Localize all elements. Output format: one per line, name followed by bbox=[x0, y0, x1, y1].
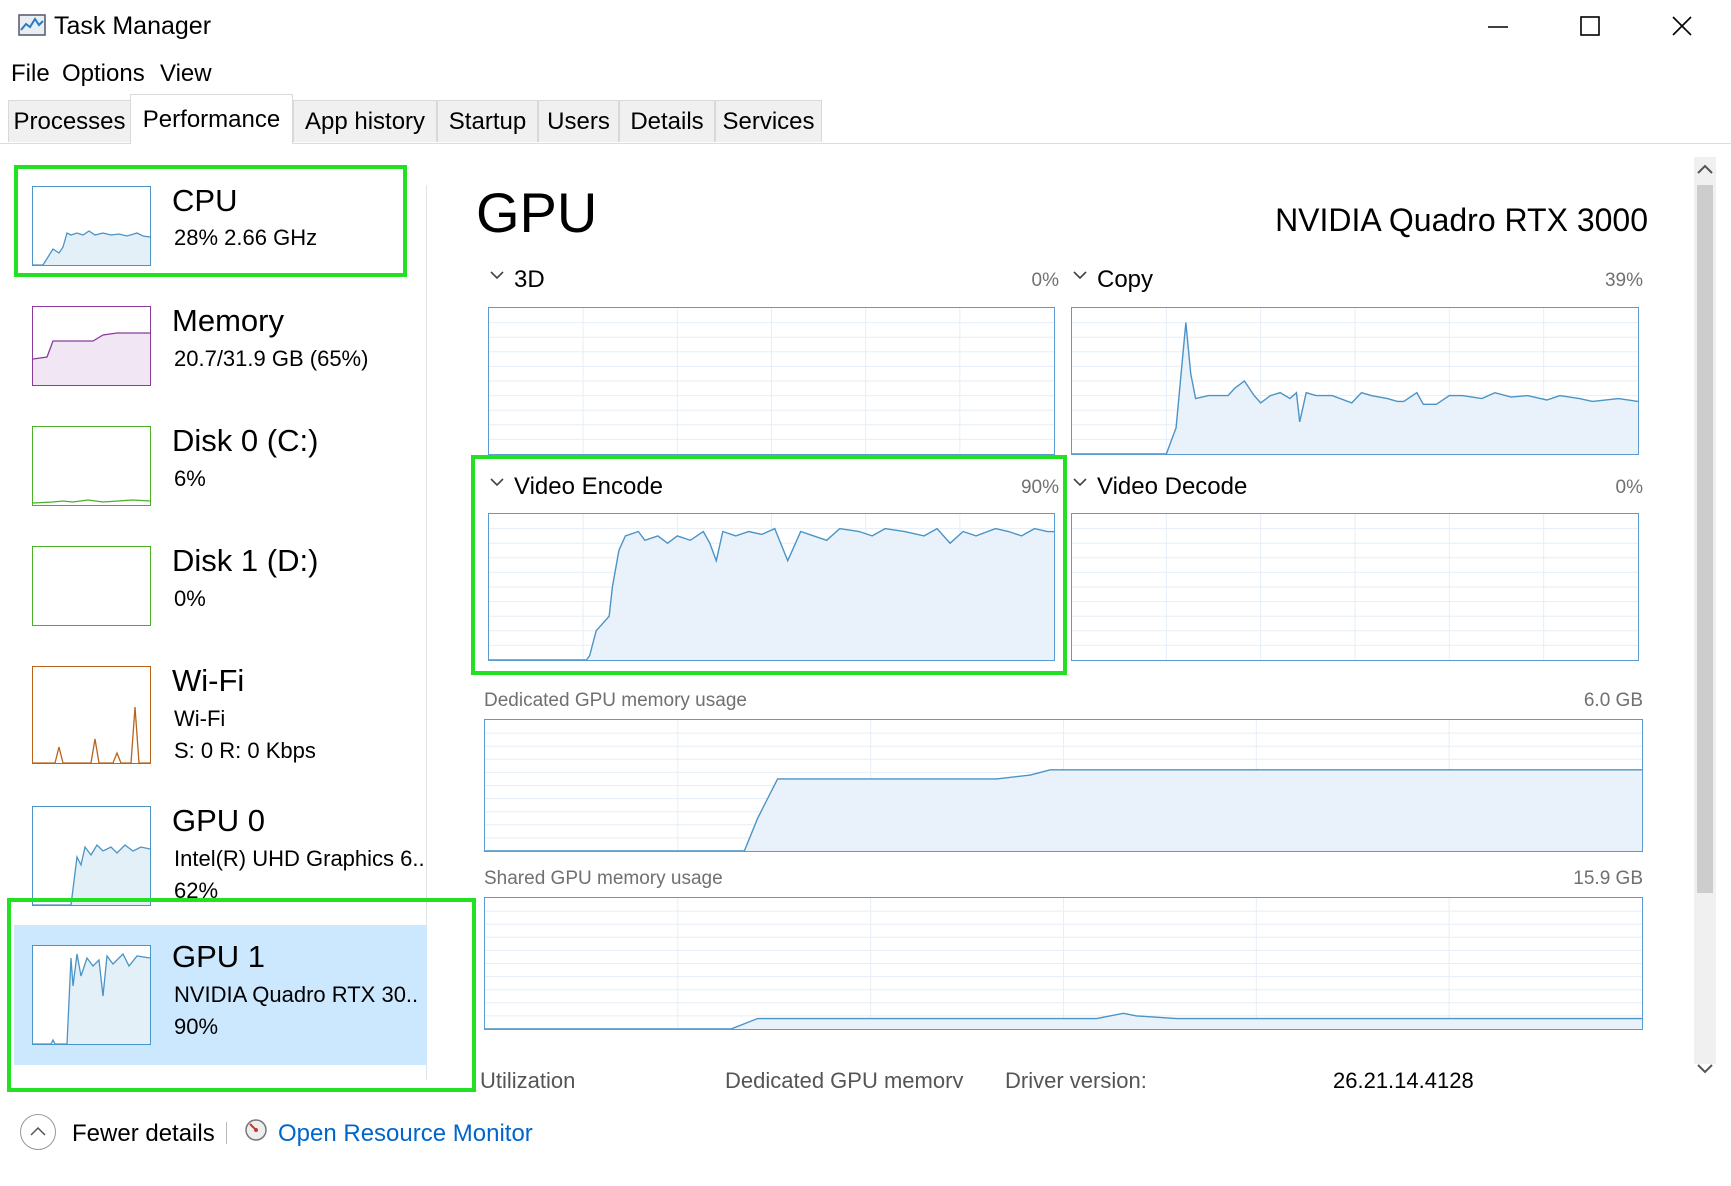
stat-driver-version-value: 26.21.14.4128 bbox=[1333, 1068, 1474, 1088]
chevron-down-icon[interactable] bbox=[488, 268, 510, 290]
page-title: GPU bbox=[476, 181, 598, 244]
graph-lines bbox=[489, 308, 1054, 454]
scroll-up-arrow[interactable] bbox=[1696, 158, 1714, 180]
close-button[interactable] bbox=[1662, 10, 1702, 42]
sidebar-item-title: Disk 0 (C:) bbox=[172, 423, 319, 458]
dedicated-memory-label: Dedicated GPU memory usage bbox=[484, 690, 747, 711]
shared-memory-max: 15.9 GB bbox=[1573, 868, 1643, 889]
tab-performance[interactable]: Performance bbox=[130, 94, 293, 144]
engine-video-decode-graph bbox=[1071, 513, 1639, 661]
engine-3d-graph bbox=[488, 307, 1055, 455]
shared-memory-label: Shared GPU memory usage bbox=[484, 868, 723, 889]
shared-memory-graph bbox=[484, 897, 1643, 1030]
dedicated-memory-graph bbox=[484, 719, 1643, 852]
scrollbar-thumb[interactable] bbox=[1697, 185, 1713, 893]
sidebar-item-title: Disk 1 (D:) bbox=[172, 543, 319, 578]
memory-thumbnail-graph bbox=[32, 306, 151, 386]
stat-driver-version-label: Driver version: bbox=[1005, 1068, 1147, 1088]
tab-app-history[interactable]: App history bbox=[293, 100, 437, 142]
wifi-thumbnail-graph bbox=[32, 666, 151, 764]
window-title: Task Manager bbox=[54, 12, 212, 40]
tab-processes[interactable]: Processes bbox=[8, 100, 131, 142]
menu-options[interactable]: Options bbox=[62, 60, 145, 88]
scroll-down-arrow[interactable] bbox=[1696, 1058, 1714, 1080]
resource-monitor-icon bbox=[244, 1118, 268, 1142]
minimize-button[interactable] bbox=[1478, 10, 1518, 42]
engine-video-decode-label[interactable]: Video Decode bbox=[1097, 473, 1247, 501]
chevron-down-icon[interactable] bbox=[1071, 268, 1093, 290]
stat-dedicated-memory-label: Dedicated GPU memory bbox=[725, 1068, 964, 1088]
task-manager-icon bbox=[18, 14, 46, 36]
maximize-button[interactable] bbox=[1570, 10, 1610, 42]
dedicated-memory-max: 6.0 GB bbox=[1583, 690, 1643, 711]
open-resource-monitor-link[interactable]: Open Resource Monitor bbox=[278, 1120, 533, 1148]
sidebar-item-detail: 0% bbox=[174, 586, 206, 611]
graph-lines bbox=[1072, 514, 1638, 660]
graph-lines bbox=[1072, 308, 1638, 454]
sidebar-item-detail: 6% bbox=[174, 466, 206, 491]
graph-lines bbox=[485, 898, 1642, 1029]
graph-lines bbox=[485, 720, 1642, 851]
sidebar-item-detail: 20.7/31.9 GB (65%) bbox=[174, 346, 369, 371]
tab-details[interactable]: Details bbox=[619, 100, 715, 142]
stats-row: Utilization Dedicated GPU memory Driver … bbox=[480, 1068, 1680, 1088]
engine-3d-label[interactable]: 3D bbox=[514, 266, 545, 294]
sidebar-item-detail: Intel(R) UHD Graphics 6.. bbox=[174, 846, 424, 871]
sidebar-item-title: Wi-Fi bbox=[172, 663, 245, 698]
footer-divider bbox=[226, 1122, 227, 1144]
sidebar-item-detail: Wi-Fi bbox=[174, 706, 226, 731]
chevron-down-icon[interactable] bbox=[1071, 475, 1093, 497]
sidebar-item-gpu-0[interactable]: GPU 0 Intel(R) UHD Graphics 6.. 62% bbox=[14, 790, 427, 908]
gpu-device-name: NVIDIA Quadro RTX 3000 bbox=[1275, 202, 1648, 238]
sidebar-item-title: Memory bbox=[172, 303, 284, 338]
gpu0-thumbnail-graph bbox=[32, 806, 151, 906]
close-icon bbox=[1672, 16, 1692, 36]
sidebar-item-wifi[interactable]: Wi-Fi Wi-Fi S: 0 R: 0 Kbps bbox=[14, 650, 427, 780]
disk0-thumbnail-graph bbox=[32, 426, 151, 506]
sidebar-item-disk-1[interactable]: Disk 1 (D:) 0% bbox=[14, 530, 427, 640]
menu-file[interactable]: File bbox=[11, 60, 50, 88]
engine-copy-value: 39% bbox=[1604, 270, 1643, 291]
footer-bar: Fewer details Open Resource Monitor bbox=[0, 1100, 1731, 1186]
stat-utilization-label: Utilization bbox=[480, 1068, 576, 1088]
menu-view[interactable]: View bbox=[160, 60, 212, 88]
engine-copy-label[interactable]: Copy bbox=[1097, 266, 1153, 294]
engine-copy-graph bbox=[1071, 307, 1639, 455]
sidebar-item-disk-0[interactable]: Disk 0 (C:) 6% bbox=[14, 410, 427, 520]
tab-startup[interactable]: Startup bbox=[437, 100, 538, 142]
sidebar-item-throughput: S: 0 R: 0 Kbps bbox=[174, 738, 316, 763]
highlight-box-gpu-1 bbox=[7, 898, 476, 1092]
title-bar: Task Manager bbox=[0, 0, 1731, 56]
collapse-circle-icon[interactable] bbox=[20, 1114, 56, 1150]
highlight-box-cpu bbox=[14, 165, 407, 277]
graph-area bbox=[485, 769, 1642, 851]
disk1-thumbnail-graph bbox=[32, 546, 151, 626]
sidebar-item-title: GPU 0 bbox=[172, 803, 266, 838]
minimize-icon bbox=[1488, 26, 1508, 28]
engine-3d-value: 0% bbox=[1031, 270, 1059, 291]
sidebar-item-memory[interactable]: Memory 20.7/31.9 GB (65%) bbox=[14, 290, 427, 400]
engine-video-decode-value: 0% bbox=[1615, 477, 1643, 498]
highlight-box-video-encode bbox=[471, 455, 1067, 675]
tab-users[interactable]: Users bbox=[538, 100, 619, 142]
maximize-icon bbox=[1580, 16, 1600, 36]
tab-services[interactable]: Services bbox=[715, 100, 822, 142]
fewer-details-button[interactable]: Fewer details bbox=[72, 1120, 215, 1148]
